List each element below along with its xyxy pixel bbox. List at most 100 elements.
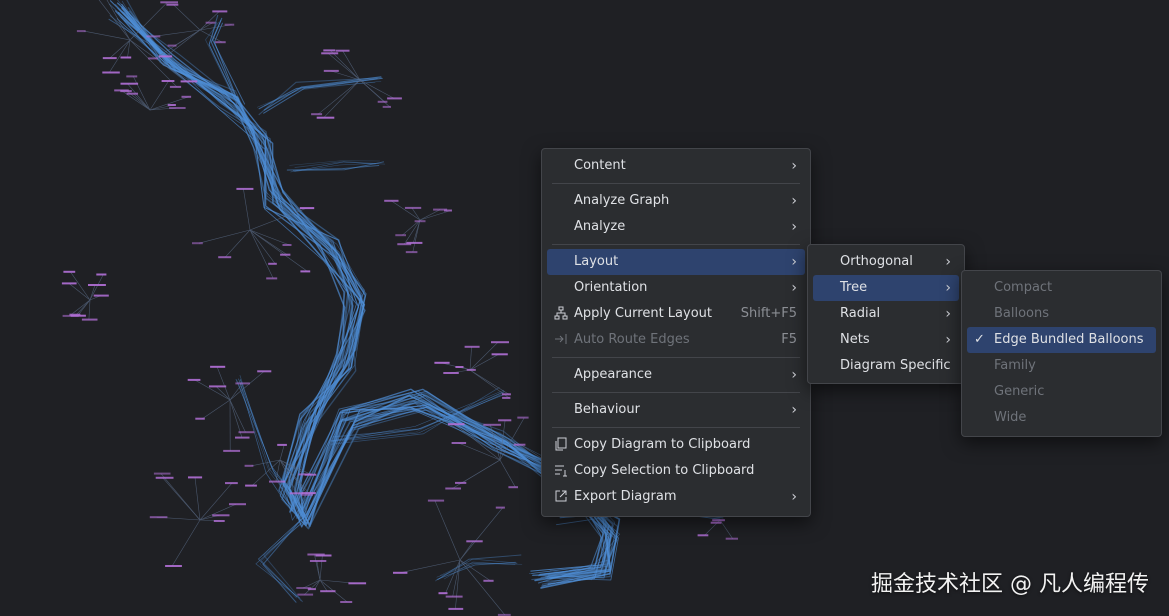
- graph-node[interactable]: [218, 256, 232, 259]
- graph-node[interactable]: [498, 419, 512, 422]
- graph-node[interactable]: [315, 554, 332, 557]
- graph-node[interactable]: [397, 243, 412, 246]
- graph-node[interactable]: [501, 393, 511, 396]
- graph-node[interactable]: [321, 52, 339, 55]
- menu-item-diagram-specific[interactable]: Diagram Specific: [813, 353, 959, 379]
- graph-node[interactable]: [167, 104, 176, 106]
- graph-node[interactable]: [517, 416, 529, 419]
- menu-item-nets[interactable]: Nets ›: [813, 327, 959, 353]
- menu-item-orthogonal[interactable]: Orthogonal ›: [813, 249, 959, 275]
- menu-item-appearance[interactable]: Appearance ›: [547, 362, 805, 388]
- graph-node[interactable]: [102, 57, 117, 60]
- graph-node[interactable]: [508, 486, 518, 489]
- graph-node[interactable]: [269, 480, 286, 483]
- graph-node[interactable]: [215, 41, 226, 44]
- menu-item-copy-diagram[interactable]: Copy Diagram to Clipboard: [547, 432, 805, 458]
- graph-node[interactable]: [414, 220, 426, 223]
- graph-node[interactable]: [427, 499, 445, 502]
- graph-node[interactable]: [323, 49, 336, 52]
- menu-item-balloons[interactable]: Balloons: [967, 301, 1156, 327]
- graph-node[interactable]: [120, 56, 132, 59]
- graph-node[interactable]: [277, 443, 287, 446]
- graph-node[interactable]: [455, 481, 467, 484]
- graph-node[interactable]: [169, 85, 182, 88]
- menu-item-behaviour[interactable]: Behaviour ›: [547, 397, 805, 423]
- graph-node[interactable]: [205, 21, 216, 24]
- graph-node[interactable]: [348, 582, 367, 585]
- graph-node[interactable]: [282, 244, 292, 246]
- menu-item-tree[interactable]: Tree ›: [813, 275, 959, 301]
- graph-node[interactable]: [433, 208, 448, 211]
- graph-node[interactable]: [188, 476, 203, 479]
- graph-node[interactable]: [235, 436, 250, 439]
- graph-node[interactable]: [304, 473, 317, 476]
- graph-node[interactable]: [491, 353, 508, 356]
- graph-node[interactable]: [209, 385, 227, 388]
- graph-node[interactable]: [443, 372, 459, 374]
- graph-node[interactable]: [466, 368, 476, 371]
- graph-node[interactable]: [229, 503, 246, 506]
- graph-node[interactable]: [320, 590, 336, 593]
- graph-node[interactable]: [102, 71, 120, 74]
- graph-node[interactable]: [148, 57, 159, 60]
- graph-node[interactable]: [296, 587, 311, 589]
- graph-node[interactable]: [166, 3, 179, 6]
- graph-node[interactable]: [280, 253, 291, 256]
- graph-node[interactable]: [213, 520, 225, 522]
- graph-node[interactable]: [316, 116, 335, 119]
- menu-item-orientation[interactable]: Orientation ›: [547, 275, 805, 301]
- graph-node[interactable]: [445, 487, 461, 490]
- graph-node[interactable]: [513, 443, 526, 446]
- graph-node[interactable]: [120, 90, 132, 93]
- graph-node[interactable]: [160, 1, 178, 4]
- menu-item-wide[interactable]: Wide: [967, 405, 1156, 431]
- graph-node[interactable]: [88, 284, 106, 286]
- menu-item-export-diagram[interactable]: Export Diagram ›: [547, 484, 805, 510]
- menu-item-radial[interactable]: Radial ›: [813, 301, 959, 327]
- graph-node[interactable]: [309, 560, 327, 562]
- graph-node[interactable]: [81, 318, 98, 321]
- graph-node[interactable]: [455, 366, 464, 368]
- menu-item-analyze[interactable]: Analyze ›: [547, 214, 805, 240]
- graph-node[interactable]: [181, 95, 192, 98]
- graph-node[interactable]: [257, 370, 272, 373]
- graph-node[interactable]: [387, 97, 402, 100]
- graph-node[interactable]: [187, 378, 201, 381]
- graph-node[interactable]: [495, 506, 505, 509]
- graph-node[interactable]: [697, 534, 709, 537]
- graph-node[interactable]: [93, 294, 109, 297]
- graph-node[interactable]: [244, 464, 254, 467]
- graph-node[interactable]: [155, 476, 174, 479]
- graph-node[interactable]: [120, 82, 139, 85]
- graph-node[interactable]: [62, 314, 79, 317]
- graph-node[interactable]: [384, 199, 399, 202]
- graph-node[interactable]: [445, 595, 463, 598]
- graph-node[interactable]: [180, 80, 198, 83]
- graph-node[interactable]: [404, 206, 422, 209]
- graph-node[interactable]: [725, 537, 738, 540]
- graph-node[interactable]: [161, 80, 175, 82]
- graph-node[interactable]: [192, 242, 203, 245]
- graph-node[interactable]: [311, 113, 323, 116]
- graph-node[interactable]: [268, 262, 277, 265]
- menu-item-family[interactable]: Family: [967, 353, 1156, 379]
- graph-node[interactable]: [61, 282, 77, 285]
- menu-item-layout[interactable]: Layout ›: [547, 249, 805, 275]
- graph-node[interactable]: [434, 361, 450, 364]
- graph-node[interactable]: [63, 270, 76, 273]
- graph-node[interactable]: [502, 396, 511, 399]
- graph-node[interactable]: [245, 484, 257, 487]
- menu-item-apply-current-layout[interactable]: Apply Current Layout Shift+F5: [547, 301, 805, 327]
- graph-node[interactable]: [224, 23, 235, 26]
- menu-item-analyze-graph[interactable]: Analyze Graph ›: [547, 188, 805, 214]
- graph-node[interactable]: [438, 592, 448, 595]
- graph-node[interactable]: [289, 492, 303, 495]
- graph-node[interactable]: [96, 273, 107, 276]
- graph-node[interactable]: [236, 187, 254, 190]
- graph-node[interactable]: [301, 492, 316, 495]
- graph-node[interactable]: [210, 365, 226, 368]
- graph-node[interactable]: [464, 345, 480, 348]
- graph-node[interactable]: [149, 516, 168, 519]
- graph-node[interactable]: [223, 449, 241, 452]
- graph-node[interactable]: [340, 601, 353, 603]
